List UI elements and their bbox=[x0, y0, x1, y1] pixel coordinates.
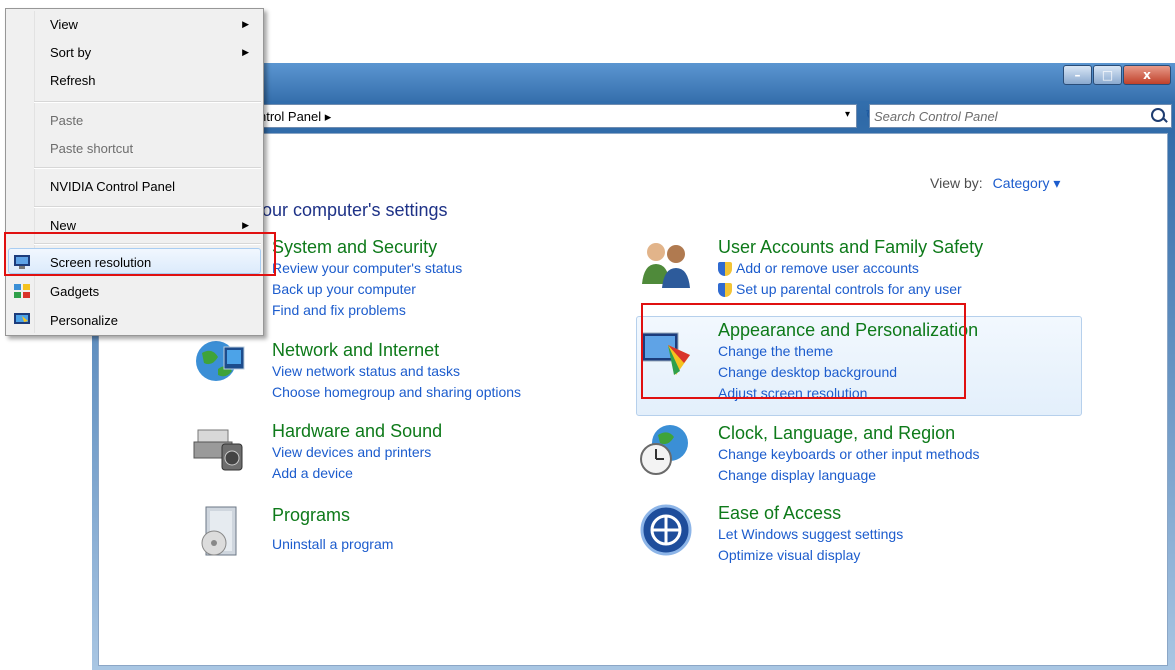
category-link[interactable]: Let Windows suggest settings bbox=[718, 524, 903, 545]
menu-item-gadgets[interactable]: Gadgets bbox=[50, 284, 99, 299]
menu-item-label: New bbox=[50, 218, 77, 233]
menu-item-label: Refresh bbox=[50, 73, 96, 88]
category-heading[interactable]: Programs bbox=[272, 505, 393, 526]
view-by-dropdown[interactable]: Category ▾ bbox=[993, 175, 1061, 191]
menu-separator bbox=[34, 101, 261, 103]
window-controls: – □ x bbox=[1062, 65, 1171, 85]
category-link[interactable]: Uninstall a program bbox=[272, 534, 393, 555]
menu-gutter bbox=[34, 11, 35, 333]
category-link[interactable]: Review your computer's status bbox=[272, 258, 462, 279]
search-icon[interactable] bbox=[1151, 108, 1165, 122]
category-hardware-sound: Hardware and Sound View devices and prin… bbox=[272, 421, 442, 484]
category-heading[interactable]: Hardware and Sound bbox=[272, 421, 442, 442]
category-ease-of-access: Ease of Access Let Windows suggest setti… bbox=[718, 503, 903, 566]
close-icon: x bbox=[1143, 68, 1151, 82]
page-title: our computer's settings bbox=[262, 200, 448, 220]
category-clock-language: Clock, Language, and Region Change keybo… bbox=[718, 423, 980, 486]
close-button[interactable]: x bbox=[1123, 65, 1171, 85]
breadcrumb[interactable]: ntrol Panel ▸ bbox=[259, 109, 331, 125]
maximize-button[interactable]: □ bbox=[1093, 65, 1122, 85]
view-by-label: View by: bbox=[930, 175, 983, 191]
programs-box-icon[interactable] bbox=[192, 503, 248, 559]
menu-item-new[interactable]: New bbox=[50, 218, 76, 233]
menu-item-sort-by[interactable]: Sort by bbox=[50, 45, 91, 60]
maximize-icon: □ bbox=[1101, 68, 1114, 82]
category-link[interactable]: Choose homegroup and sharing options bbox=[272, 382, 521, 403]
category-link[interactable]: View devices and printers bbox=[272, 442, 442, 463]
annotation-box-appearance bbox=[641, 303, 966, 399]
menu-item-label: NVIDIA Control Panel bbox=[50, 179, 176, 194]
minimize-icon: – bbox=[1074, 68, 1081, 82]
shield-flag-icon[interactable] bbox=[235, 236, 261, 292]
category-heading[interactable]: System and Security bbox=[272, 237, 462, 258]
menu-item-nvidia-control-panel[interactable]: NVIDIA Control Panel bbox=[50, 179, 175, 194]
link-label: Set up parental controls for any user bbox=[736, 281, 962, 297]
search-box[interactable] bbox=[869, 104, 1172, 128]
globe-network-icon[interactable] bbox=[192, 333, 248, 389]
menu-item-label: Paste shortcut bbox=[50, 141, 134, 156]
category-link[interactable]: Change keyboards or other input methods bbox=[718, 444, 980, 465]
category-heading[interactable]: Network and Internet bbox=[272, 340, 521, 361]
personalize-icon bbox=[14, 313, 30, 324]
category-system-security: System and Security Review your computer… bbox=[272, 237, 462, 321]
view-by: View by: Category ▾ bbox=[930, 175, 1060, 192]
minimize-button[interactable]: – bbox=[1063, 65, 1092, 85]
gadgets-icon bbox=[14, 284, 30, 298]
menu-item-label: View bbox=[50, 17, 78, 32]
category-user-accounts: User Accounts and Family Safety Add or r… bbox=[718, 237, 983, 300]
category-link[interactable]: Back up your computer bbox=[272, 279, 462, 300]
category-link[interactable]: Add or remove user accounts bbox=[718, 258, 983, 279]
category-link[interactable]: Change display language bbox=[718, 465, 980, 486]
menu-item-personalize[interactable]: Personalize bbox=[50, 313, 118, 328]
category-heading[interactable]: Clock, Language, and Region bbox=[718, 423, 980, 444]
clock-globe-icon[interactable] bbox=[638, 421, 694, 477]
category-link[interactable]: Find and fix problems bbox=[272, 300, 462, 321]
menu-separator bbox=[34, 167, 261, 169]
menu-item-refresh[interactable]: Refresh bbox=[50, 73, 96, 88]
uac-shield-icon bbox=[718, 261, 732, 276]
submenu-arrow-icon: ▶ bbox=[242, 47, 249, 57]
category-link[interactable]: Optimize visual display bbox=[718, 545, 903, 566]
category-heading[interactable]: Ease of Access bbox=[718, 503, 903, 524]
category-link[interactable]: Set up parental controls for any user bbox=[718, 279, 983, 300]
submenu-arrow-icon: ▶ bbox=[242, 220, 249, 230]
menu-item-paste-shortcut[interactable]: Paste shortcut bbox=[50, 141, 133, 156]
menu-separator bbox=[34, 206, 261, 208]
category-heading[interactable]: User Accounts and Family Safety bbox=[718, 237, 983, 258]
category-programs: Programs Uninstall a program bbox=[272, 505, 393, 555]
menu-item-view[interactable]: View bbox=[50, 17, 78, 32]
menu-item-label: Personalize bbox=[50, 313, 118, 328]
search-input[interactable] bbox=[874, 107, 1139, 125]
menu-item-label: Sort by bbox=[50, 45, 92, 60]
menu-item-paste[interactable]: Paste bbox=[50, 113, 83, 128]
ease-of-access-icon[interactable] bbox=[638, 502, 694, 558]
menu-item-label: Gadgets bbox=[50, 284, 100, 299]
address-dropdown-icon[interactable]: ▾ bbox=[845, 109, 850, 120]
users-icon[interactable] bbox=[638, 236, 694, 292]
category-link[interactable]: Add a device bbox=[272, 463, 442, 484]
desktop-context-menu: View ▶ Sort by ▶ Refresh Paste Paste sho… bbox=[5, 8, 264, 336]
category-network-internet: Network and Internet View network status… bbox=[272, 340, 521, 403]
menu-item-label: Paste bbox=[50, 113, 84, 128]
uac-shield-icon bbox=[718, 282, 732, 297]
submenu-arrow-icon: ▶ bbox=[242, 19, 249, 29]
link-label: Add or remove user accounts bbox=[736, 260, 919, 276]
category-link[interactable]: View network status and tasks bbox=[272, 361, 521, 382]
printer-speaker-icon[interactable] bbox=[192, 418, 248, 474]
